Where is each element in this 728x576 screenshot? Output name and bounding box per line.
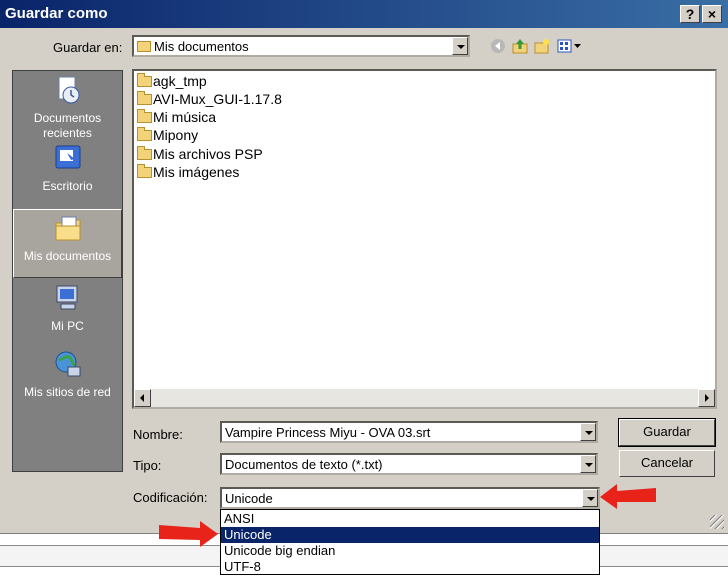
list-item[interactable]: AVI-Mux_GUI-1.17.8: [137, 91, 282, 109]
save-in-combo[interactable]: Mis documentos: [132, 35, 470, 57]
file-name-value: Vampire Princess Miyu - OVA 03.srt: [225, 425, 431, 440]
file-type-label: Tipo:: [133, 458, 162, 473]
close-button[interactable]: ×: [702, 5, 722, 23]
encoding-options-list[interactable]: ANSI Unicode Unicode big endian UTF-8: [220, 509, 600, 575]
scroll-right-button[interactable]: [698, 389, 715, 407]
back-icon[interactable]: [490, 38, 506, 54]
place-network[interactable]: Mis sitios de red: [13, 349, 122, 411]
desktop-icon: [55, 145, 80, 169]
title-bar[interactable]: Guardar como ? ×: [0, 0, 728, 28]
encoding-select[interactable]: Unicode: [220, 487, 600, 509]
new-folder-icon[interactable]: [534, 38, 550, 54]
scroll-left-button[interactable]: [134, 389, 151, 407]
my-documents-small-icon: [137, 41, 151, 52]
list-item[interactable]: Mipony: [137, 127, 198, 145]
file-type-dropdown-arrow[interactable]: [580, 455, 596, 473]
my-documents-icon: [55, 216, 80, 241]
my-computer-icon: [56, 285, 77, 310]
place-recent-documents[interactable]: Documentos recientes: [13, 75, 122, 147]
view-menu-icon[interactable]: [557, 38, 583, 54]
help-button[interactable]: ?: [680, 5, 700, 23]
file-name-dropdown-arrow[interactable]: [580, 423, 596, 441]
encoding-label: Codificación:: [133, 490, 208, 505]
horizontal-scrollbar[interactable]: [134, 389, 715, 407]
file-name-label: Nombre:: [133, 427, 183, 442]
file-name-field[interactable]: Vampire Princess Miyu - OVA 03.srt: [220, 421, 598, 443]
save-in-dropdown-arrow[interactable]: [452, 37, 468, 55]
encoding-option-unicode[interactable]: Unicode: [221, 527, 599, 543]
network-places-icon: [55, 351, 80, 377]
list-item[interactable]: Mis imágenes: [137, 164, 239, 182]
cancel-button[interactable]: Cancelar: [619, 450, 715, 477]
folder-icon: [137, 109, 152, 123]
up-folder-icon[interactable]: [512, 38, 528, 54]
folder-icon: [137, 146, 152, 160]
place-desktop[interactable]: Escritorio: [13, 143, 122, 205]
folder-icon: [137, 73, 152, 87]
list-item[interactable]: agk_tmp: [137, 73, 207, 91]
dialog-title: Guardar como: [5, 5, 108, 22]
annotation-arrow-left: [159, 521, 218, 547]
place-my-documents[interactable]: Mis documentos: [13, 209, 122, 278]
file-list[interactable]: agk_tmp AVI-Mux_GUI-1.17.8 Mi música Mip…: [132, 69, 717, 409]
folder-icon: [137, 91, 152, 105]
list-item[interactable]: Mi música: [137, 109, 216, 127]
encoding-option-ansi[interactable]: ANSI: [221, 511, 599, 527]
list-item[interactable]: Mis archivos PSP: [137, 146, 263, 164]
place-my-computer[interactable]: Mi PC: [13, 283, 122, 345]
encoding-option-utf8[interactable]: UTF-8: [221, 559, 599, 575]
places-bar: Documentos recientes Escritorio Mis docu…: [12, 70, 123, 472]
save-in-value: Mis documentos: [137, 39, 249, 54]
file-type-select[interactable]: Documentos de texto (*.txt): [220, 453, 598, 475]
file-type-value: Documentos de texto (*.txt): [225, 457, 383, 472]
resize-grip[interactable]: [710, 515, 724, 529]
save-as-dialog: Guardar como ? × Guardar en: Mis documen…: [0, 0, 728, 533]
encoding-option-unicode-big-endian[interactable]: Unicode big endian: [221, 543, 599, 559]
encoding-value: Unicode: [225, 491, 273, 506]
folder-icon: [137, 127, 152, 141]
annotation-arrow-right: [600, 484, 656, 509]
encoding-dropdown-arrow[interactable]: [582, 489, 598, 507]
arrow-right-icon: [705, 394, 709, 402]
folder-icon: [137, 164, 152, 178]
recent-documents-icon: [58, 76, 79, 104]
save-button[interactable]: Guardar: [618, 418, 716, 447]
save-in-label: Guardar en:: [53, 40, 123, 55]
arrow-left-icon: [140, 394, 144, 402]
